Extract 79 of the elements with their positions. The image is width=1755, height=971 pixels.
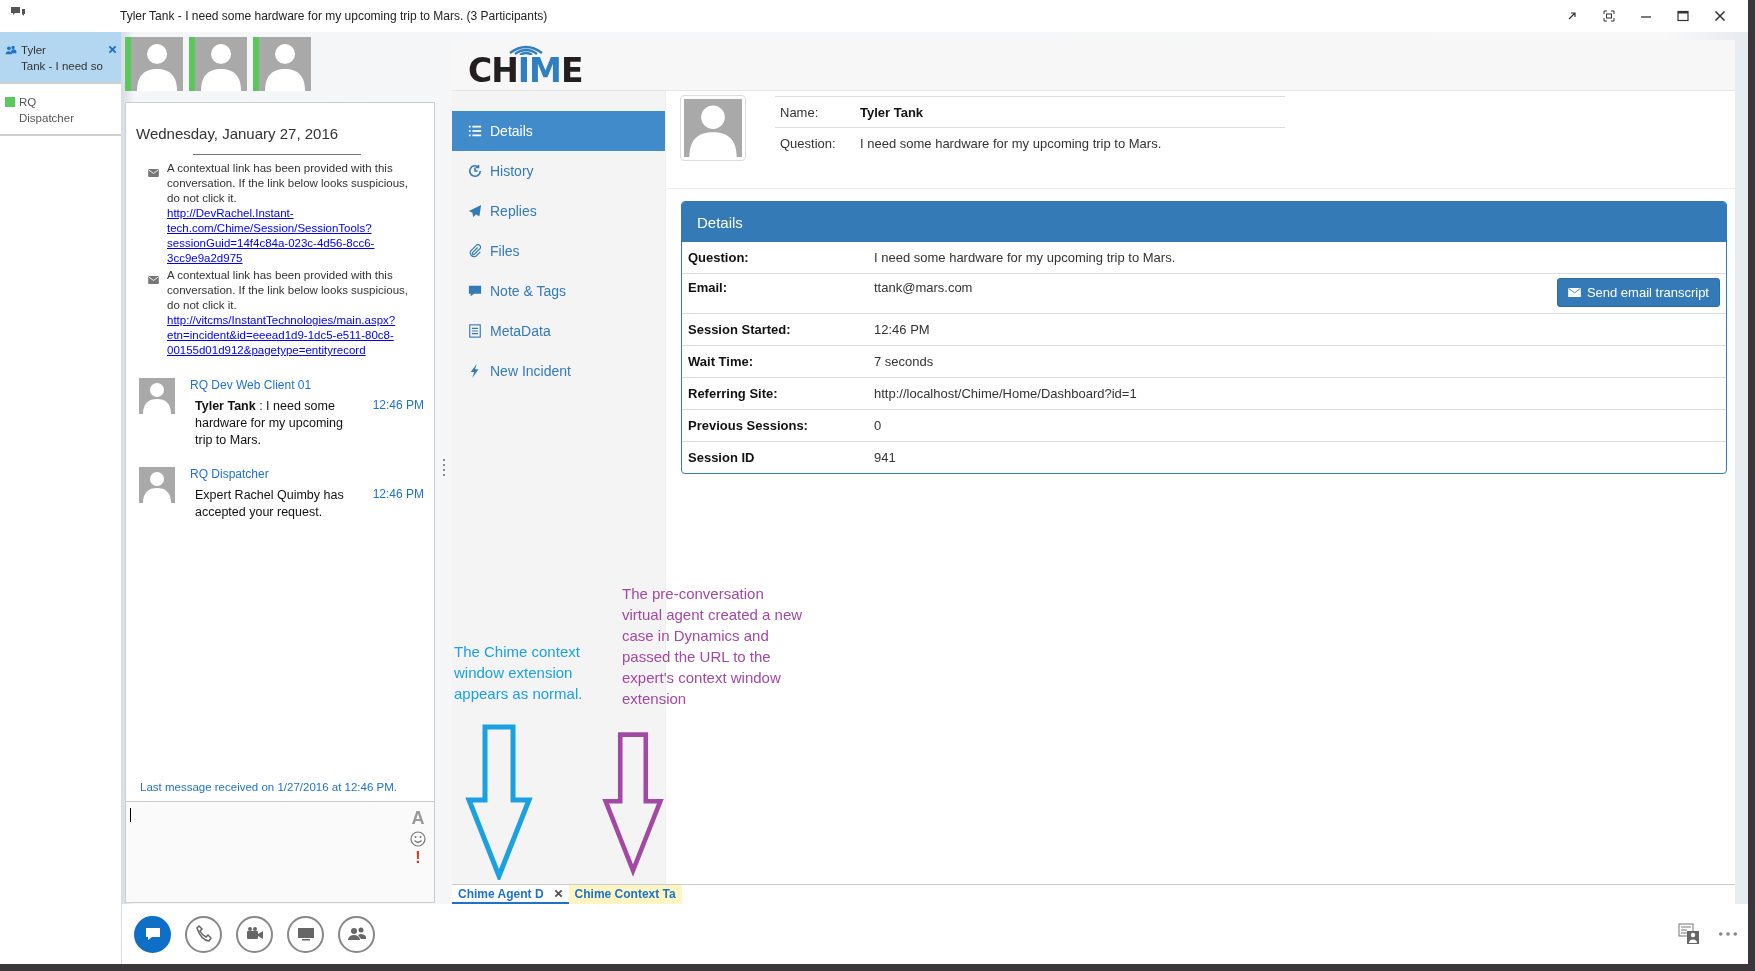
detail-value: ttank@mars.com	[874, 280, 974, 295]
detail-value: 12:46 PM	[874, 322, 931, 337]
contact-card-icon[interactable]	[1678, 923, 1700, 945]
send-icon	[468, 204, 482, 218]
contextual-link[interactable]: http://vitcms/InstantTechnologies/main.aspx?etn=incident&id=eeead1d9-1dc5-e511-80c8-00155d01d912&pagetype=entityrecord	[167, 313, 411, 358]
profile-photo-placeholder	[681, 96, 745, 160]
detail-label: Question:	[688, 250, 750, 265]
close-icon[interactable]	[1714, 10, 1726, 22]
nav-item[interactable]: Files	[452, 231, 665, 271]
field-value: Tyler Tank	[860, 104, 924, 120]
send-email-transcript-button[interactable]: Send email transcript	[1556, 278, 1720, 307]
maximize-icon[interactable]	[1677, 10, 1689, 22]
detail-label: Wait Time:	[688, 354, 754, 369]
clip-icon	[468, 244, 482, 258]
nav-item[interactable]: Replies	[452, 191, 665, 231]
detail-label: Session ID	[688, 450, 756, 465]
nav-item[interactable]: MetaData	[452, 311, 665, 351]
field-value: I need some hardware for my upcoming trip to Mars.	[860, 135, 1162, 151]
people-button[interactable]	[338, 915, 375, 953]
date-heading: Wednesday, January 27, 2016	[136, 125, 340, 142]
more-options-icon[interactable]	[1718, 931, 1738, 937]
extension-tab[interactable]: Chime Context Ta	[568, 885, 682, 904]
detail-value: I need some hardware for my upcoming trip to Mars.	[874, 250, 1177, 265]
nav-item[interactable]: History	[452, 151, 665, 191]
history-icon	[468, 164, 482, 178]
detail-label: Referring Site:	[688, 386, 779, 401]
detail-value: 7 seconds	[874, 354, 935, 369]
sender-name[interactable]: RQ Dev Web Client 01	[190, 378, 424, 392]
detail-label: Previous Sessions:	[688, 418, 809, 433]
list-icon	[468, 124, 482, 138]
annotation-text: The pre-conversation virtual agent created a new case in Dynamics and passed the URL to the expert's context window extension	[622, 584, 803, 709]
phone-icon	[193, 924, 214, 944]
chime-logo: CHIME	[468, 40, 583, 90]
im-button[interactable]	[134, 915, 171, 953]
comment-icon	[468, 284, 482, 298]
screen-button[interactable]	[287, 915, 324, 953]
full-screen-icon[interactable]	[1603, 10, 1615, 22]
splitter-handle[interactable]	[441, 458, 446, 478]
envelope-icon	[148, 169, 159, 177]
message-text: Expert Rachel Quimby has accepted your request.	[195, 487, 345, 521]
detail-value: 0	[874, 418, 883, 433]
doc-icon	[468, 324, 482, 338]
video-button[interactable]	[236, 915, 273, 953]
contextual-link[interactable]: http://DevRachel.Instant-tech.com/Chime/Session/SessionTools?sessionGuid=14f4c84a-023c-4d56-8cc6-3cc9e9a2d975	[167, 206, 411, 266]
field-label: Name:	[780, 104, 820, 120]
sender-name[interactable]: RQ Dispatcher	[190, 467, 424, 481]
extension-tab[interactable]: Chime Agent D	[452, 885, 569, 904]
conversation-title: RQ Dispatcher	[19, 95, 74, 126]
nav-item[interactable]: Details	[452, 111, 665, 151]
detail-value: http://localhost/Chime/Home/Dashboard?id=1	[874, 386, 1138, 401]
notice-text: A contextual link has been provided with this conversation. If the link below looks suspicious, do not click it.	[167, 161, 409, 206]
nav-item[interactable]: Note & Tags	[452, 271, 665, 311]
people-icon	[5, 45, 17, 55]
phone-button[interactable]	[185, 915, 222, 953]
annotation-text: The Chime context window extension appears as normal.	[454, 642, 583, 704]
detail-value: 941	[874, 450, 897, 465]
avatar-placeholder	[139, 467, 175, 503]
font-button[interactable]: A	[411, 808, 425, 829]
detail-label: Session Started:	[688, 322, 792, 337]
conversation-title: Tyler Tank - I need so	[21, 43, 103, 74]
envelope-icon	[1567, 288, 1581, 297]
notice-text: A contextual link has been provided with this conversation. If the link below looks suspicious, do not click it.	[167, 268, 409, 313]
field-label: Question:	[780, 135, 837, 151]
emoticon-icon[interactable]	[410, 831, 426, 847]
envelope-icon	[148, 276, 159, 284]
avatar-placeholder	[139, 378, 175, 414]
message-time: 12:46 PM	[372, 398, 424, 414]
message-text: Tyler Tank : I need some hardware for my upcoming trip to Mars.	[195, 398, 344, 449]
message-input[interactable]: A !	[125, 802, 435, 903]
panel-title: Details	[682, 202, 1726, 242]
priority-button[interactable]: !	[415, 849, 421, 867]
nav-item[interactable]: New Incident	[452, 351, 665, 391]
detail-label: Email:	[688, 280, 728, 295]
message-time: 12:46 PM	[372, 487, 424, 503]
last-message-status: Last message received on 1/27/2016 at 12:46 PM.	[140, 781, 398, 793]
close-icon[interactable]	[553, 889, 563, 898]
pop-out-icon[interactable]	[1566, 10, 1578, 22]
conversation-item[interactable]: Tyler Tank - I need so	[0, 32, 121, 84]
window-title: Tyler Tank - I need some hardware for my upcoming trip to Mars. (3 Participants)	[120, 9, 548, 23]
